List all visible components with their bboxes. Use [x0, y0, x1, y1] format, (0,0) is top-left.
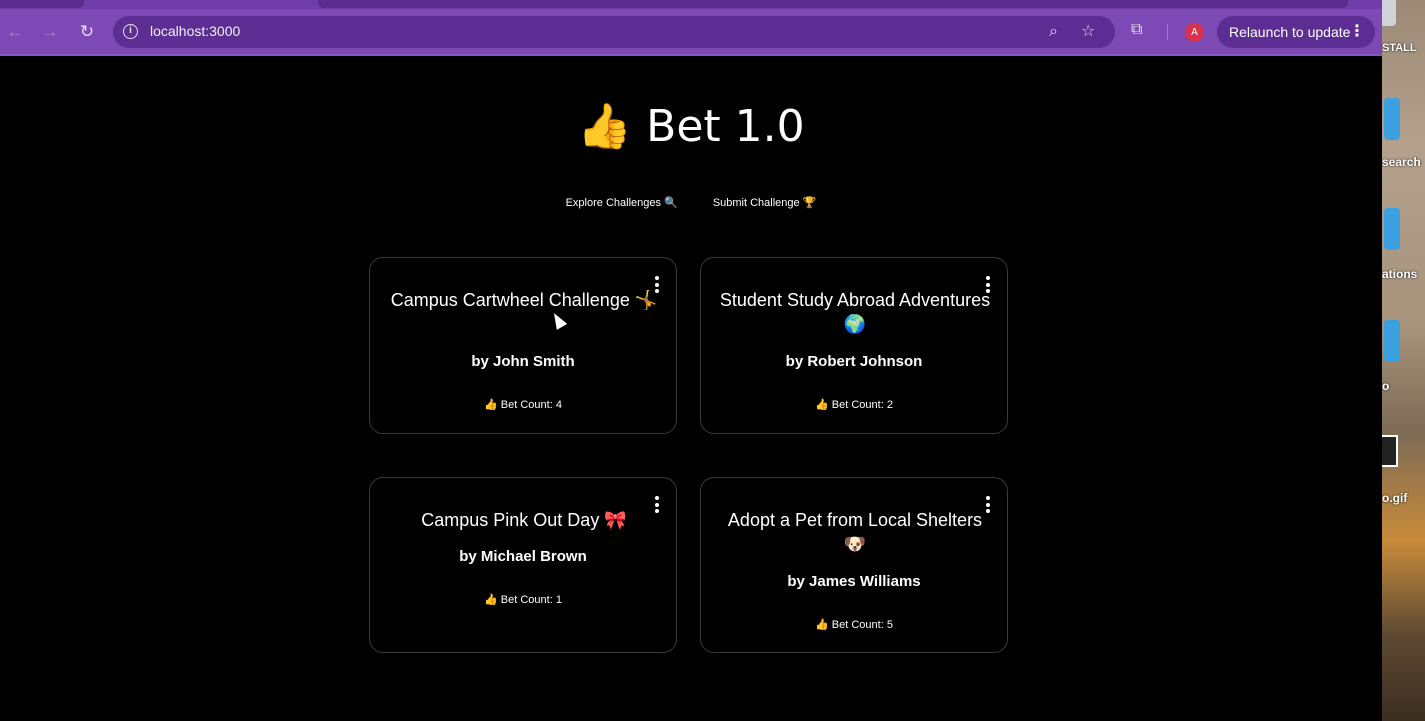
card-title: Campus Pink Out Day 🎀 [421, 510, 627, 530]
challenge-card[interactable]: Campus Pink Out Day 🎀 by Michael Brown 👍… [369, 477, 677, 653]
menu-kebab-icon[interactable]: ⋮ [1349, 16, 1365, 48]
submit-challenge-link[interactable]: Submit Challenge 🏆 [713, 196, 817, 209]
desktop-label[interactable]: o.gif [1382, 491, 1407, 505]
challenge-card[interactable]: Campus Cartwheel Challenge 🤸 by John Smi… [369, 257, 677, 434]
card-author: by Michael Brown [459, 548, 587, 565]
relaunch-button[interactable]: Relaunch to update ⋮ [1217, 16, 1375, 48]
card-title: Adopt a Pet from Local Shelters 🐶 [727, 510, 983, 554]
card-author: by John Smith [471, 353, 575, 370]
back-icon[interactable]: ← [4, 21, 26, 43]
desktop-label[interactable]: STALL [1382, 42, 1417, 54]
relaunch-label: Relaunch to update [1229, 24, 1351, 40]
site-info-icon[interactable]: i [123, 24, 138, 39]
desktop-background: STALL search ations o o.gif [1382, 0, 1425, 721]
challenge-card[interactable]: Student Study Abroad Adventures 🌍 by Rob… [700, 257, 1008, 434]
profile-avatar[interactable]: A [1185, 23, 1204, 42]
extensions-icon[interactable]: ⧉ [1131, 21, 1142, 39]
folder-icon[interactable] [1384, 208, 1400, 250]
browser-toolbar: ← → ↻ i localhost:3000 ⌕ ☆ ⧉ A Relaunch … [0, 9, 1382, 55]
toolbar-border [0, 54, 1382, 56]
toolbar-divider [1167, 24, 1168, 40]
card-bet-count: 👍 Bet Count: 4 [484, 399, 562, 411]
reload-icon[interactable]: ↻ [76, 21, 98, 43]
card-bet-count: 👍 Bet Count: 2 [815, 399, 893, 411]
card-author: by Robert Johnson [785, 353, 923, 370]
folder-icon[interactable] [1384, 320, 1400, 362]
address-bar[interactable]: i localhost:3000 ⌕ ☆ [113, 16, 1115, 48]
card-author: by James Williams [787, 573, 921, 590]
tab-strip [0, 0, 1382, 9]
card-title: Student Study Abroad Adventures 🌍 [719, 290, 991, 334]
folder-icon[interactable] [1384, 98, 1400, 140]
desktop-item[interactable] [1382, 0, 1396, 26]
card-bet-count: 👍 Bet Count: 5 [815, 619, 893, 631]
url-text[interactable]: localhost:3000 [150, 23, 240, 39]
zoom-icon[interactable]: ⌕ [1049, 22, 1058, 42]
page-title: 👍 Bet 1.0 [577, 101, 805, 152]
challenge-card[interactable]: Adopt a Pet from Local Shelters 🐶 by Jam… [700, 477, 1008, 653]
tab-next[interactable] [318, 0, 1348, 8]
file-icon[interactable] [1382, 435, 1398, 467]
tab-previous[interactable] [0, 0, 84, 8]
card-bet-count: 👍 Bet Count: 1 [484, 594, 562, 606]
card-title: Campus Cartwheel Challenge 🤸 [390, 290, 658, 310]
forward-icon[interactable]: → [39, 21, 61, 43]
top-nav: Explore Challenges 🔍 Submit Challenge 🏆 [0, 196, 1382, 209]
desktop-label[interactable]: search [1382, 155, 1421, 169]
desktop-label[interactable]: ations [1382, 267, 1417, 281]
bookmark-star-icon[interactable]: ☆ [1081, 22, 1095, 42]
explore-challenges-link[interactable]: Explore Challenges 🔍 [566, 196, 678, 209]
desktop-label[interactable]: o [1382, 379, 1389, 393]
